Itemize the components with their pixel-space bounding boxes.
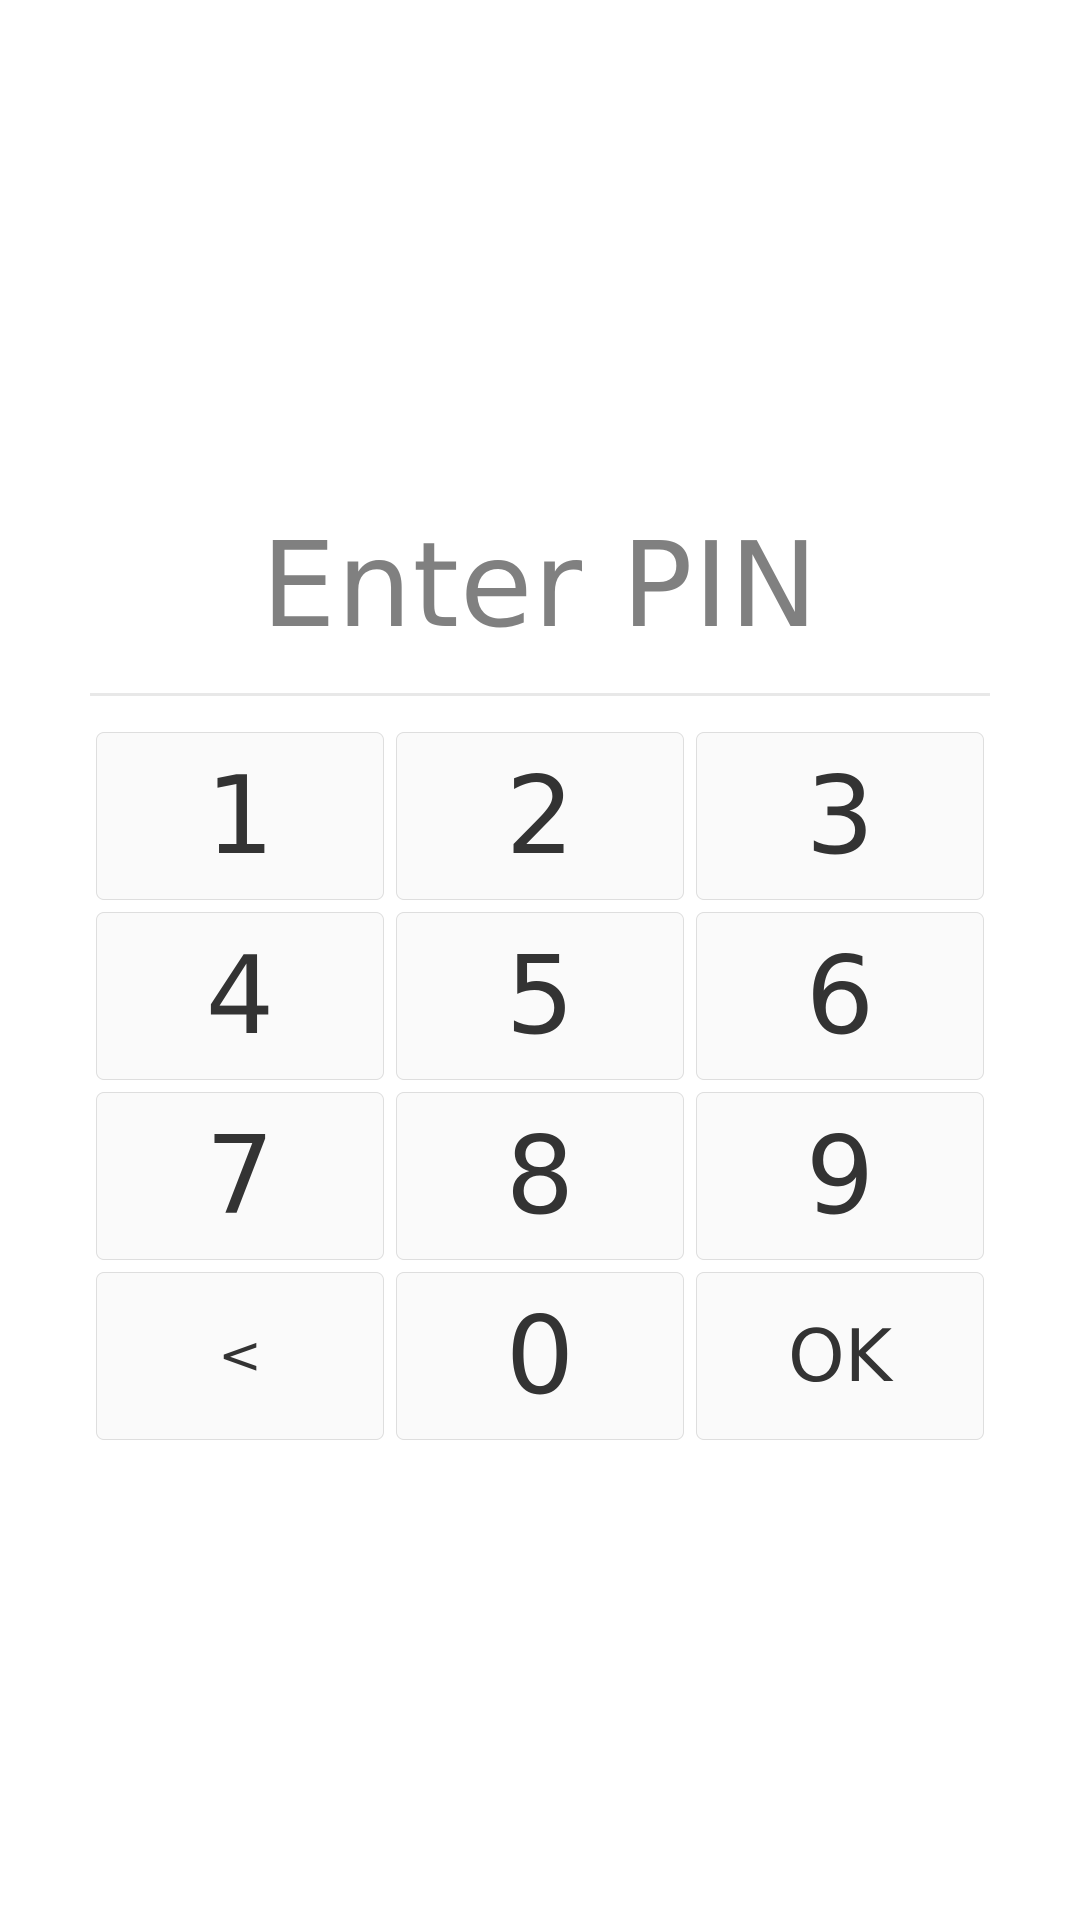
key-7-button[interactable]: 7 — [96, 1092, 384, 1260]
key-8-button[interactable]: 8 — [396, 1092, 684, 1260]
numeric-keypad: 1 2 3 4 5 6 7 8 9 < 0 OK — [96, 732, 984, 1440]
key-1-button[interactable]: 1 — [96, 732, 384, 900]
key-0-button[interactable]: 0 — [396, 1272, 684, 1440]
pin-entry-screen: Enter PIN 1 2 3 4 5 6 7 8 9 < 0 OK — [0, 0, 1080, 1920]
key-2-button[interactable]: 2 — [396, 732, 684, 900]
key-5-button[interactable]: 5 — [396, 912, 684, 1080]
ok-button[interactable]: OK — [696, 1272, 984, 1440]
pin-input-divider — [90, 693, 990, 696]
key-3-button[interactable]: 3 — [696, 732, 984, 900]
key-6-button[interactable]: 6 — [696, 912, 984, 1080]
page-title: Enter PIN — [261, 516, 819, 654]
backspace-button[interactable]: < — [96, 1272, 384, 1440]
key-4-button[interactable]: 4 — [96, 912, 384, 1080]
key-9-button[interactable]: 9 — [696, 1092, 984, 1260]
